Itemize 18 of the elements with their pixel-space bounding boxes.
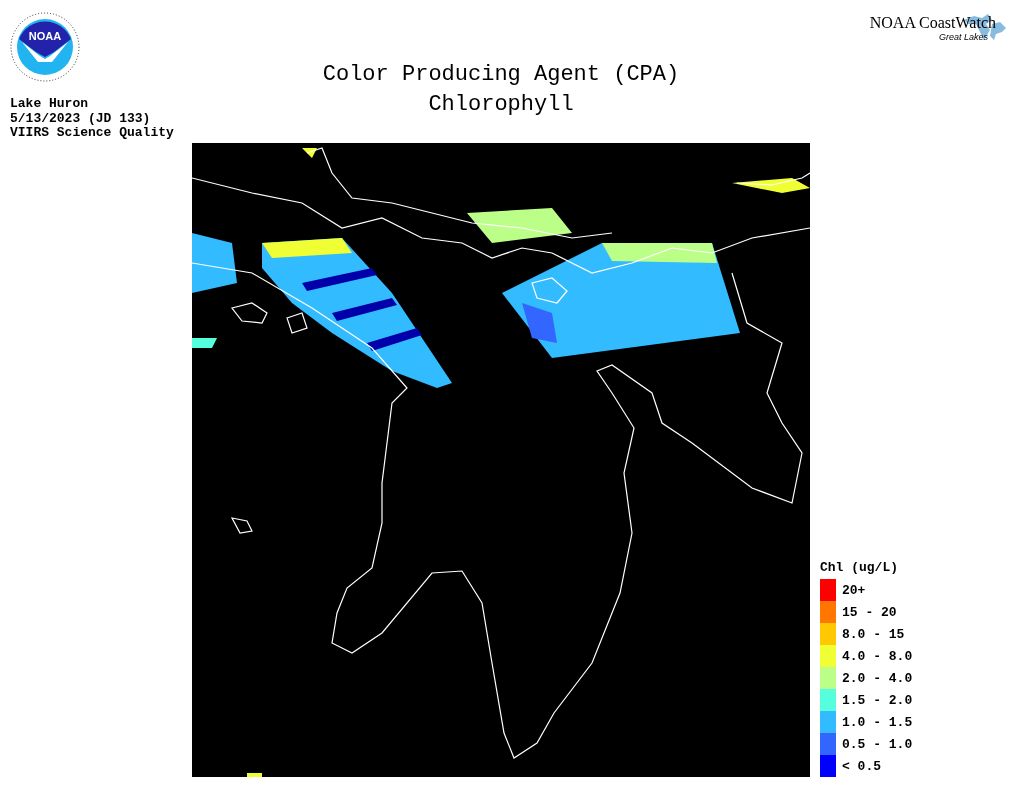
legend-label: 0.5 - 1.0	[842, 736, 913, 752]
legend-title: Chl (ug/L)	[820, 560, 899, 576]
legend-label: 4.0 - 8.0	[842, 648, 913, 664]
legend-label: 1.0 - 1.5	[842, 714, 913, 730]
brand-title: NOAA CoastWatch	[869, 14, 996, 32]
chart-title: Color Producing Agent (CPA)	[322, 61, 680, 89]
info-text: 5/13/2023 (JD 133)	[10, 111, 152, 126]
legend-label: 2.0 - 4.0	[842, 670, 913, 686]
legend-label: 1.5 - 2.0	[842, 692, 913, 708]
brand-subtitle: Great Lakes	[938, 32, 989, 42]
legend-label: 8.0 - 15	[842, 626, 905, 642]
info-text: Lake Huron	[10, 97, 89, 112]
noaa-logo: NOAA	[10, 12, 80, 82]
chart-title: Chlorophyll	[428, 91, 574, 119]
legend-label: 15 - 20	[842, 604, 897, 620]
info-text: VIIRS Science Quality	[10, 126, 175, 141]
legend-label: < 0.5	[842, 758, 881, 774]
legend-label: 20+	[842, 582, 866, 598]
